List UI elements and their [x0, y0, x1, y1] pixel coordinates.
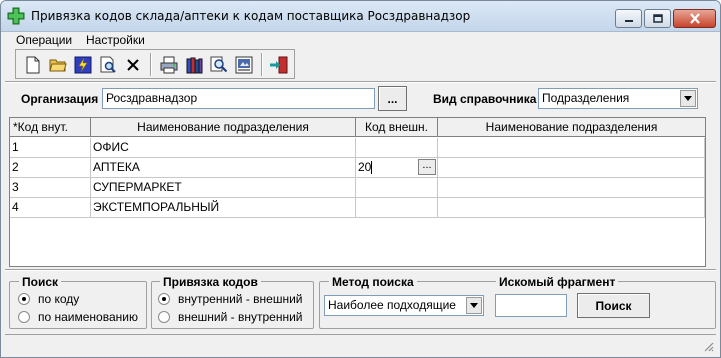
reference-button[interactable] [183, 54, 205, 76]
run-button[interactable] [72, 54, 94, 76]
divider [5, 81, 716, 83]
magnifier-icon [210, 56, 228, 73]
menu-operations[interactable]: Операции [16, 33, 72, 47]
cell-external-name[interactable] [438, 198, 705, 218]
cell-internal-code[interactable]: 3 [10, 178, 91, 198]
toolbar [15, 49, 295, 79]
table-row[interactable]: 4 ЭКСТЕМПОРАЛЬНЫЙ [10, 198, 705, 218]
find-button[interactable] [97, 54, 119, 76]
cell-internal-name[interactable]: АПТЕКА [91, 158, 356, 178]
cell-external-code[interactable] [356, 198, 438, 218]
table-row[interactable]: 2 АПТЕКА 20 ... [10, 158, 705, 178]
organization-browse-button[interactable]: ... [378, 86, 407, 111]
table-row[interactable]: 1 ОФИС [10, 138, 705, 158]
radio-button[interactable] [18, 293, 30, 305]
main-window: Привязка кодов склада/аптеки к кодам пос… [0, 0, 721, 358]
option-label: по наименованию [38, 310, 138, 324]
cell-external-name[interactable] [438, 158, 705, 178]
radio-button[interactable] [18, 311, 30, 323]
search-mode-title: Поиск [19, 275, 62, 289]
export-icon [235, 56, 253, 74]
menu-bar: Операции Настройки [1, 32, 720, 48]
radio-button[interactable] [158, 311, 170, 323]
delete-button[interactable] [122, 54, 144, 76]
new-document-icon [26, 56, 40, 74]
cell-internal-name[interactable]: СУПЕРМАРКЕТ [91, 178, 356, 198]
directory-type-value: Подразделения [542, 91, 630, 105]
print-icon [160, 56, 178, 74]
cell-external-name[interactable] [438, 178, 705, 198]
window-title: Привязка кодов склада/аптеки к кодам пос… [31, 9, 471, 23]
codes-table[interactable]: *Код внут. Наименование подразделения Ко… [9, 117, 706, 267]
exit-door-icon [270, 56, 288, 74]
search-submit-button[interactable]: Поиск [577, 293, 650, 318]
export-button[interactable] [233, 54, 255, 76]
external-internal-option[interactable]: внешний - внутренний [158, 310, 303, 324]
search-method-value: Наиболее подходящие [328, 298, 456, 312]
books-icon [186, 57, 203, 74]
binding-direction-title: Привязка кодов [160, 275, 261, 289]
table-row[interactable]: 3 СУПЕРМАРКЕТ [10, 178, 705, 198]
menu-settings[interactable]: Настройки [86, 33, 145, 47]
search-by-code-option[interactable]: по коду [18, 292, 79, 306]
chevron-down-icon [470, 303, 478, 308]
directory-type-select[interactable]: Подразделения [538, 88, 698, 109]
column-header-external-code[interactable]: Код внешн. [356, 118, 438, 137]
directory-type-label: Вид справочника [433, 92, 537, 106]
cell-internal-code[interactable]: 1 [10, 138, 91, 158]
cell-external-name[interactable] [438, 138, 705, 158]
find-document-icon [100, 56, 116, 73]
organization-field[interactable]: Росздравнадзор [102, 88, 375, 109]
search-method-select[interactable]: Наиболее подходящие [324, 295, 484, 316]
organization-label: Организация [21, 92, 99, 106]
print-button[interactable] [158, 54, 180, 76]
cell-internal-code[interactable]: 4 [10, 198, 91, 218]
external-code-value[interactable]: 20 [358, 160, 371, 174]
cell-external-code[interactable] [356, 178, 438, 198]
title-bar[interactable]: Привязка кодов склада/аптеки к кодам пос… [1, 1, 720, 32]
column-header-internal-code[interactable]: *Код внут. [10, 118, 91, 137]
text-cursor [371, 161, 373, 175]
search-fragment-input[interactable] [495, 294, 567, 317]
option-label: по коду [38, 292, 80, 306]
search-by-name-option[interactable]: по наименованию [18, 310, 138, 324]
new-button[interactable] [22, 54, 44, 76]
maximize-icon [652, 14, 663, 23]
maximize-button[interactable] [644, 9, 671, 28]
column-header-internal-name[interactable]: Наименование подразделения [91, 118, 356, 137]
divider [5, 269, 716, 271]
open-button[interactable] [47, 54, 69, 76]
cell-internal-code[interactable]: 2 [10, 158, 91, 178]
delete-x-icon [127, 59, 139, 71]
toolbar-separator [150, 53, 152, 76]
minimize-button[interactable] [615, 9, 642, 28]
open-folder-icon [49, 59, 67, 72]
lightning-icon [74, 56, 92, 74]
dropdown-arrow[interactable] [680, 90, 696, 107]
exit-button[interactable] [268, 54, 290, 76]
green-cross-icon [7, 7, 25, 25]
dropdown-arrow[interactable] [466, 297, 482, 314]
cell-edit-button[interactable]: ... [418, 159, 436, 175]
option-label: внутренний - внешний [178, 292, 303, 306]
close-button[interactable] [673, 9, 716, 28]
minimize-icon [624, 19, 633, 22]
table-header: *Код внут. Наименование подразделения Ко… [10, 118, 705, 137]
search-button[interactable] [208, 54, 230, 76]
status-bar [5, 334, 716, 354]
toolbar-separator [261, 53, 263, 76]
cell-internal-name[interactable]: ОФИС [91, 138, 356, 158]
cell-internal-name[interactable]: ЭКСТЕМПОРАЛЬНЫЙ [91, 198, 356, 218]
column-header-external-name[interactable]: Наименование подразделения [438, 118, 705, 137]
close-icon [689, 13, 700, 24]
search-method-title: Метод поиска [329, 275, 417, 289]
cell-external-code[interactable] [356, 138, 438, 158]
internal-external-option[interactable]: внутренний - внешний [158, 292, 303, 306]
cell-external-code-editing[interactable]: 20 ... [356, 158, 438, 178]
resize-grip-icon[interactable] [702, 340, 714, 352]
radio-button[interactable] [158, 293, 170, 305]
option-label: внешний - внутренний [178, 310, 303, 324]
chevron-down-icon [684, 96, 692, 101]
search-fragment-title: Искомый фрагмент [496, 275, 619, 289]
